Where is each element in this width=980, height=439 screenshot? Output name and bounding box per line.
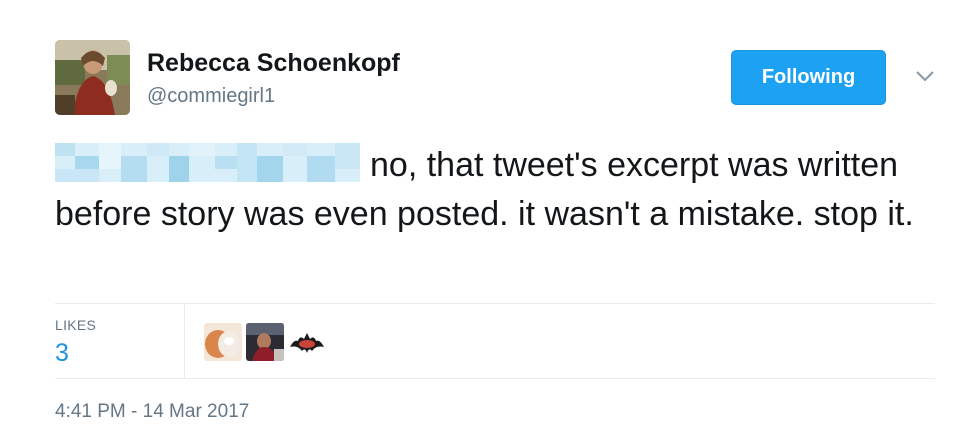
chevron-down-icon[interactable]: [913, 66, 937, 86]
redacted-mention: [55, 143, 360, 182]
liker-avatar[interactable]: [204, 323, 242, 361]
likes-label: LIKES: [55, 317, 97, 333]
likes-count[interactable]: 3: [55, 339, 69, 368]
tweet-text: no, that tweet's excerpt was written bef…: [55, 141, 935, 239]
following-button-label: Following: [761, 66, 856, 88]
following-button[interactable]: Following: [731, 50, 886, 105]
liker-avatar[interactable]: [246, 323, 284, 361]
divider: [55, 303, 935, 304]
liker-avatar[interactable]: [288, 323, 326, 361]
stats-divider: [184, 304, 185, 378]
divider: [55, 378, 935, 379]
user-avatar[interactable]: [55, 40, 130, 115]
liker-avatars: [204, 323, 326, 361]
tweet-card: Rebecca Schoenkopf @commiegirl1 Followin…: [0, 0, 980, 439]
tweet-timestamp[interactable]: 4:41 PM - 14 Mar 2017: [55, 401, 249, 423]
screen-name[interactable]: @commiegirl1: [147, 85, 275, 108]
display-name[interactable]: Rebecca Schoenkopf: [147, 49, 400, 78]
